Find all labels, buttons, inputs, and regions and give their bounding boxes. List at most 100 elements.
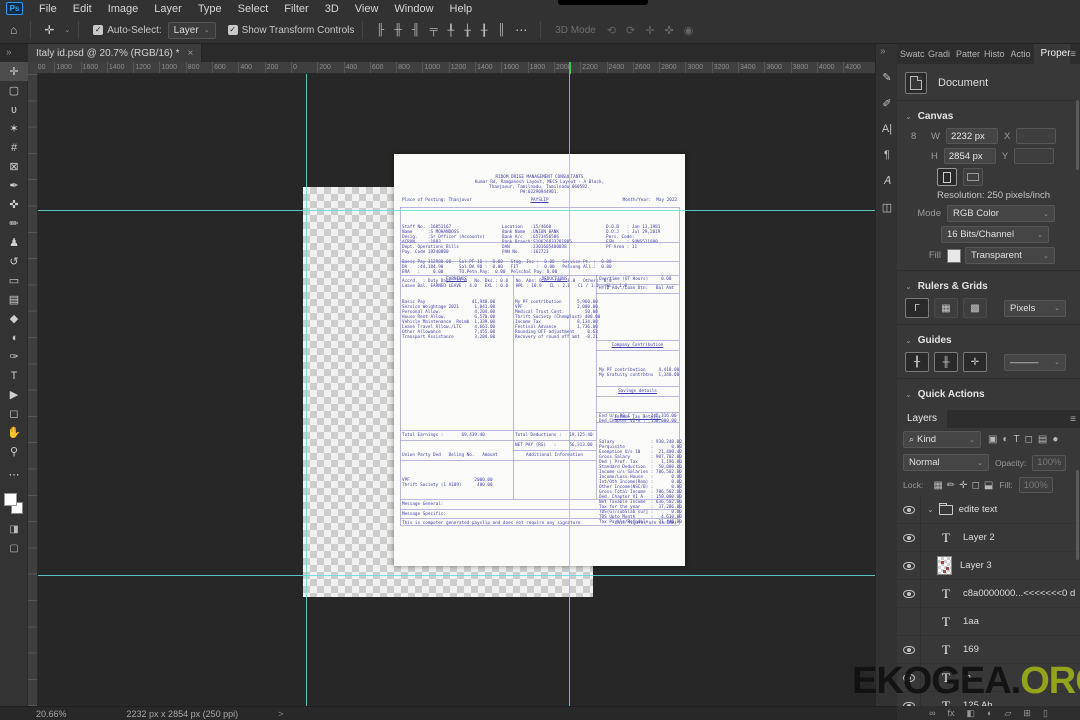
status-caret-icon[interactable]: >	[278, 709, 283, 719]
fill-swatch[interactable]	[947, 248, 961, 263]
layer-name[interactable]: Layer 2	[963, 532, 995, 543]
zoom-level[interactable]: 20.66%	[36, 709, 67, 719]
move-tool-icon[interactable]: ✛	[44, 23, 54, 37]
dodge-tool[interactable]: ◖	[0, 328, 28, 347]
type-tool[interactable]: T	[0, 366, 28, 385]
layer-row-layer-3[interactable]: Layer 3	[897, 551, 1080, 580]
layer-row-c8a[interactable]: T c8a0000000...<<<<<<<0 d	[897, 579, 1080, 608]
panel-menu-icon[interactable]: ≡	[1070, 49, 1076, 60]
3d-slide-icon[interactable]: ✜	[664, 24, 673, 37]
chevron-down-icon[interactable]: ⌄	[64, 26, 70, 34]
clear-guides-icon[interactable]: ✛	[963, 352, 987, 372]
marquee-tool[interactable]: ▢	[0, 81, 28, 100]
filter-smart-objects-icon[interactable]: ▤	[1038, 434, 1047, 445]
align-right-edges-icon[interactable]: ╢	[412, 24, 420, 37]
portrait-orientation-button[interactable]	[937, 168, 957, 186]
color-mode-dropdown[interactable]: RGB Color ⌄	[947, 205, 1055, 222]
toggle-guides-icon[interactable]: ╂	[905, 352, 929, 372]
rulers-grids-section-header[interactable]: ⌄ Rulers & Grids	[897, 275, 1080, 296]
paragraph-panel-icon[interactable]: ¶	[876, 144, 898, 166]
document-icon[interactable]	[905, 72, 927, 94]
layer-group-edite-text[interactable]: ⌄ edite text	[897, 495, 1080, 524]
filter-type-layers-icon[interactable]: T	[1014, 434, 1020, 445]
panel-tab[interactable]: Patter	[953, 49, 981, 59]
layer-style-icon[interactable]: fx	[948, 708, 955, 718]
new-layer-icon[interactable]: ⊞	[1023, 708, 1031, 719]
character-panel-icon[interactable]: A|	[876, 118, 898, 140]
clone-stamp-tool[interactable]: ♟	[0, 233, 28, 252]
layer-name[interactable]: Layer 3	[960, 560, 992, 571]
fill-opacity-field[interactable]: 100%	[1018, 477, 1053, 493]
quick-actions-section-header[interactable]: ⌄ Quick Actions	[897, 383, 1080, 404]
home-icon[interactable]: ⌂	[10, 23, 17, 37]
layer-name[interactable]: c8a0000000...<<<<<<<0 d	[963, 588, 1075, 599]
menu-window[interactable]: Window	[394, 3, 433, 15]
tab-properties[interactable]: Properties	[1033, 44, 1071, 64]
move-tool[interactable]: ✛	[0, 62, 28, 81]
y-field[interactable]	[1014, 148, 1055, 164]
pen-tool[interactable]: ✑	[0, 347, 28, 366]
document-tab[interactable]: Italy id.psd @ 20.7% (RGB/16) * ×	[28, 44, 203, 62]
align-top-edges-icon[interactable]: ╤	[430, 24, 438, 37]
scrollbar[interactable]	[1076, 470, 1079, 560]
fill-dropdown[interactable]: Transparent ⌄	[965, 247, 1055, 264]
ruler-units-dropdown[interactable]: Pixels ⌄	[1004, 299, 1066, 317]
align-horizontal-centers-icon[interactable]: ╫	[394, 24, 402, 37]
align-bottom-edges-icon[interactable]: ╂	[481, 24, 488, 37]
vertical-ruler[interactable]	[28, 74, 38, 706]
layers-menu-icon[interactable]: ≡	[1070, 414, 1076, 425]
3d-orbit-icon[interactable]: ⟲	[607, 24, 616, 37]
delete-layer-icon[interactable]: ▯	[1043, 708, 1048, 719]
payslip-document[interactable]: RIDOM DRIGE MANAGEMENT CONSULTANTS Kumar …	[394, 154, 685, 566]
visibility-toggle[interactable]	[897, 579, 921, 608]
layer-thumbnail[interactable]	[937, 556, 952, 575]
glyphs-panel-icon[interactable]: 𝐴	[876, 170, 898, 192]
menu-layer[interactable]: Layer	[154, 3, 182, 15]
lasso-tool[interactable]: ʋ	[0, 100, 28, 119]
object-selection-tool[interactable]: ✶	[0, 119, 28, 138]
healing-brush-tool[interactable]: ✜	[0, 195, 28, 214]
new-adjustment-layer-icon[interactable]: ◐	[987, 708, 992, 718]
hand-tool[interactable]: ✋	[0, 423, 28, 442]
bit-depth-dropdown[interactable]: 16 Bits/Channel ⌄	[941, 226, 1049, 243]
blend-mode-dropdown[interactable]: Normal ⌄	[903, 454, 989, 471]
guide-style-dropdown[interactable]: ——— ⌄	[1004, 353, 1066, 371]
toggle-pixel-grid-icon[interactable]: ▩	[963, 298, 987, 318]
menu-file[interactable]: File	[39, 3, 57, 15]
menu-image[interactable]: Image	[108, 3, 139, 15]
eyedropper-tool[interactable]: ✒	[0, 176, 28, 195]
toolbar-collapse-icon[interactable]: »	[6, 47, 12, 58]
toggle-grid-icon[interactable]: ▦	[934, 298, 958, 318]
distribute-spacing-icon[interactable]: ║	[497, 24, 505, 37]
more-options-icon[interactable]: ⋯	[515, 23, 527, 37]
horizontal-ruler[interactable]: 2000180016001400120010008006004002000200…	[28, 62, 875, 74]
frame-tool[interactable]: ⊠	[0, 157, 28, 176]
quick-mask-icon[interactable]: ◨	[0, 520, 28, 539]
blur-tool[interactable]: ◆	[0, 309, 28, 328]
lock-all-icon[interactable]: ⬓	[984, 480, 993, 491]
path-selection-tool[interactable]: ▶	[0, 385, 28, 404]
auto-select-checkbox[interactable]: ✓	[93, 25, 104, 35]
lock-artboard-icon[interactable]: ◻	[972, 480, 980, 491]
photoshop-logo[interactable]: Ps	[6, 2, 23, 15]
menu-select[interactable]: Select	[238, 3, 269, 15]
distribute-horizontal-icon[interactable]: ╁	[464, 24, 471, 37]
visibility-toggle[interactable]	[897, 551, 921, 580]
align-left-edges-icon[interactable]: ╟	[376, 24, 384, 37]
foreground-color-swatch[interactable]	[4, 493, 17, 506]
lock-transparency-icon[interactable]: ▦	[933, 480, 942, 491]
3d-zoom-icon[interactable]: ◉	[684, 24, 694, 37]
color-swatches[interactable]	[0, 490, 28, 520]
brush-settings-icon[interactable]: ✎	[876, 66, 898, 88]
tab-layers[interactable]: Layers	[897, 410, 948, 428]
filter-pixel-layers-icon[interactable]: ▣	[988, 434, 997, 445]
guide-vertical[interactable]	[306, 74, 307, 706]
close-tab-icon[interactable]: ×	[188, 48, 194, 59]
3d-roll-icon[interactable]: ⟳	[626, 24, 635, 37]
zoom-tool[interactable]: ⚲	[0, 442, 28, 461]
menu-edit[interactable]: Edit	[73, 3, 92, 15]
brush-tool[interactable]: ✏	[0, 214, 28, 233]
guide-vertical[interactable]	[569, 74, 570, 706]
add-layer-mask-icon[interactable]: ◧	[967, 708, 976, 719]
layer-name[interactable]: 1aa	[963, 616, 979, 627]
